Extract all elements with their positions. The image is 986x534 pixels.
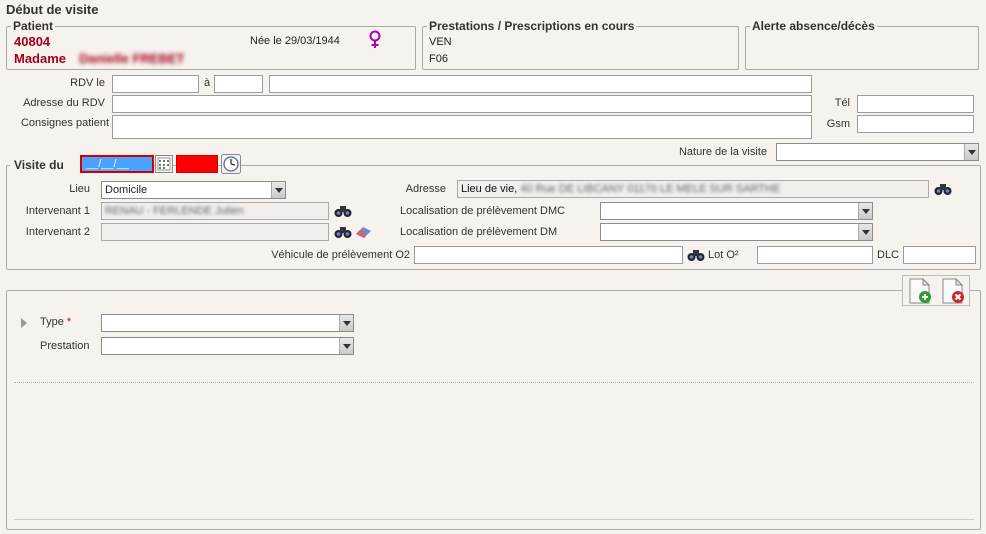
lieu-select[interactable]: Domicile [101, 181, 286, 199]
patient-legend: Patient [13, 19, 54, 33]
rdv-label: RDV le [70, 77, 105, 89]
lot-input[interactable] [757, 246, 873, 264]
vehicule-label: Véhicule de prélèvement O2 [271, 249, 410, 261]
patient-box: Patient [6, 19, 416, 70]
calendar-icon[interactable] [155, 155, 173, 173]
adresse-label: Adresse [405, 183, 446, 195]
required-mark: * [66, 316, 72, 328]
expand-arrow-icon[interactable] [20, 317, 28, 329]
chevron-down-icon [271, 182, 285, 198]
rdv-info-input[interactable] [269, 75, 812, 93]
binoculars-icon[interactable] [334, 204, 352, 218]
intervenant1-value: RENAU - FERLENDE Julien [105, 205, 244, 217]
divider [14, 519, 974, 520]
adresse-rdv-input[interactable] [112, 95, 812, 113]
nature-visite-label: Nature de la visite [678, 146, 767, 158]
tel-input[interactable] [857, 95, 974, 113]
consignes-label: Consignes patient [20, 117, 109, 129]
lot-label: Lot O² [708, 249, 739, 261]
lieu-label: Lieu [69, 183, 90, 195]
prestation-select[interactable] [101, 337, 354, 355]
intervenant2-label: Intervenant 2 [25, 226, 90, 238]
alerte-legend: Alerte absence/décès [752, 19, 875, 33]
chevron-down-icon [858, 203, 872, 219]
tel-label: Tél [834, 97, 850, 109]
dlc-input[interactable] [903, 246, 976, 264]
adresse-prefix: Lieu de vie, [461, 183, 518, 195]
visite-time-input[interactable] [176, 155, 218, 173]
divider [14, 382, 974, 383]
intervenant1-label: Intervenant 1 [25, 205, 90, 217]
binoculars-icon[interactable] [687, 248, 705, 262]
prestations-box: Prestations / Prescriptions en cours [422, 19, 739, 70]
chevron-down-icon [339, 338, 353, 354]
patient-name: Danielle FREBET [79, 51, 185, 66]
rdv-a-label: à [204, 77, 211, 89]
chevron-down-icon [858, 224, 872, 240]
dmc-select[interactable] [600, 202, 873, 220]
dm-label: Localisation de prélèvement DM [400, 226, 558, 238]
clock-icon[interactable] [221, 154, 241, 174]
type-select[interactable] [101, 314, 354, 332]
vehicule-input[interactable] [414, 246, 683, 264]
visite-date-input[interactable]: __/__/__ [80, 155, 154, 173]
binoculars-icon[interactable] [934, 182, 952, 196]
rdv-time-input[interactable] [214, 75, 263, 93]
chevron-down-icon [339, 315, 353, 331]
prestation-label: Prestation [40, 340, 90, 352]
intervenant2-input[interactable] [101, 223, 329, 241]
adresse-rdv-label: Adresse du RDV [23, 97, 105, 109]
type-label: Type * [40, 316, 72, 328]
patient-birthdate: Née le 29/03/1944 [250, 35, 340, 47]
female-symbol-icon [369, 30, 381, 48]
gsm-input[interactable] [857, 115, 974, 133]
prestation-item: VEN [429, 36, 452, 48]
delete-document-icon[interactable] [939, 277, 967, 305]
add-document-icon[interactable] [906, 277, 934, 305]
prestations-legend: Prestations / Prescriptions en cours [429, 19, 635, 33]
dm-select[interactable] [600, 223, 873, 241]
intervenant1-input[interactable]: RENAU - FERLENDE Julien [101, 202, 329, 220]
alerte-box: Alerte absence/décès [745, 19, 979, 70]
prestation-item: F06 [429, 53, 448, 65]
adresse-input[interactable]: Lieu de vie, 40 Rue DE LIBCANY 01170 LE … [457, 180, 929, 198]
visite-legend: Visite du [14, 158, 64, 172]
binoculars-icon[interactable] [334, 225, 352, 239]
dmc-label: Localisation de prélèvement DMC [400, 205, 566, 217]
rdv-date-input[interactable] [112, 75, 199, 93]
patient-salutation: Madame [14, 51, 67, 66]
consignes-input[interactable] [112, 115, 812, 139]
eraser-icon[interactable] [355, 225, 373, 239]
gsm-label: Gsm [826, 118, 850, 130]
page-title: Début de visite [6, 2, 99, 17]
adresse-value: 40 Rue DE LIBCANY 01170 LE MELE SUR SART… [520, 183, 781, 195]
patient-id: 40804 [14, 34, 51, 49]
dlc-label: DLC [877, 249, 900, 261]
